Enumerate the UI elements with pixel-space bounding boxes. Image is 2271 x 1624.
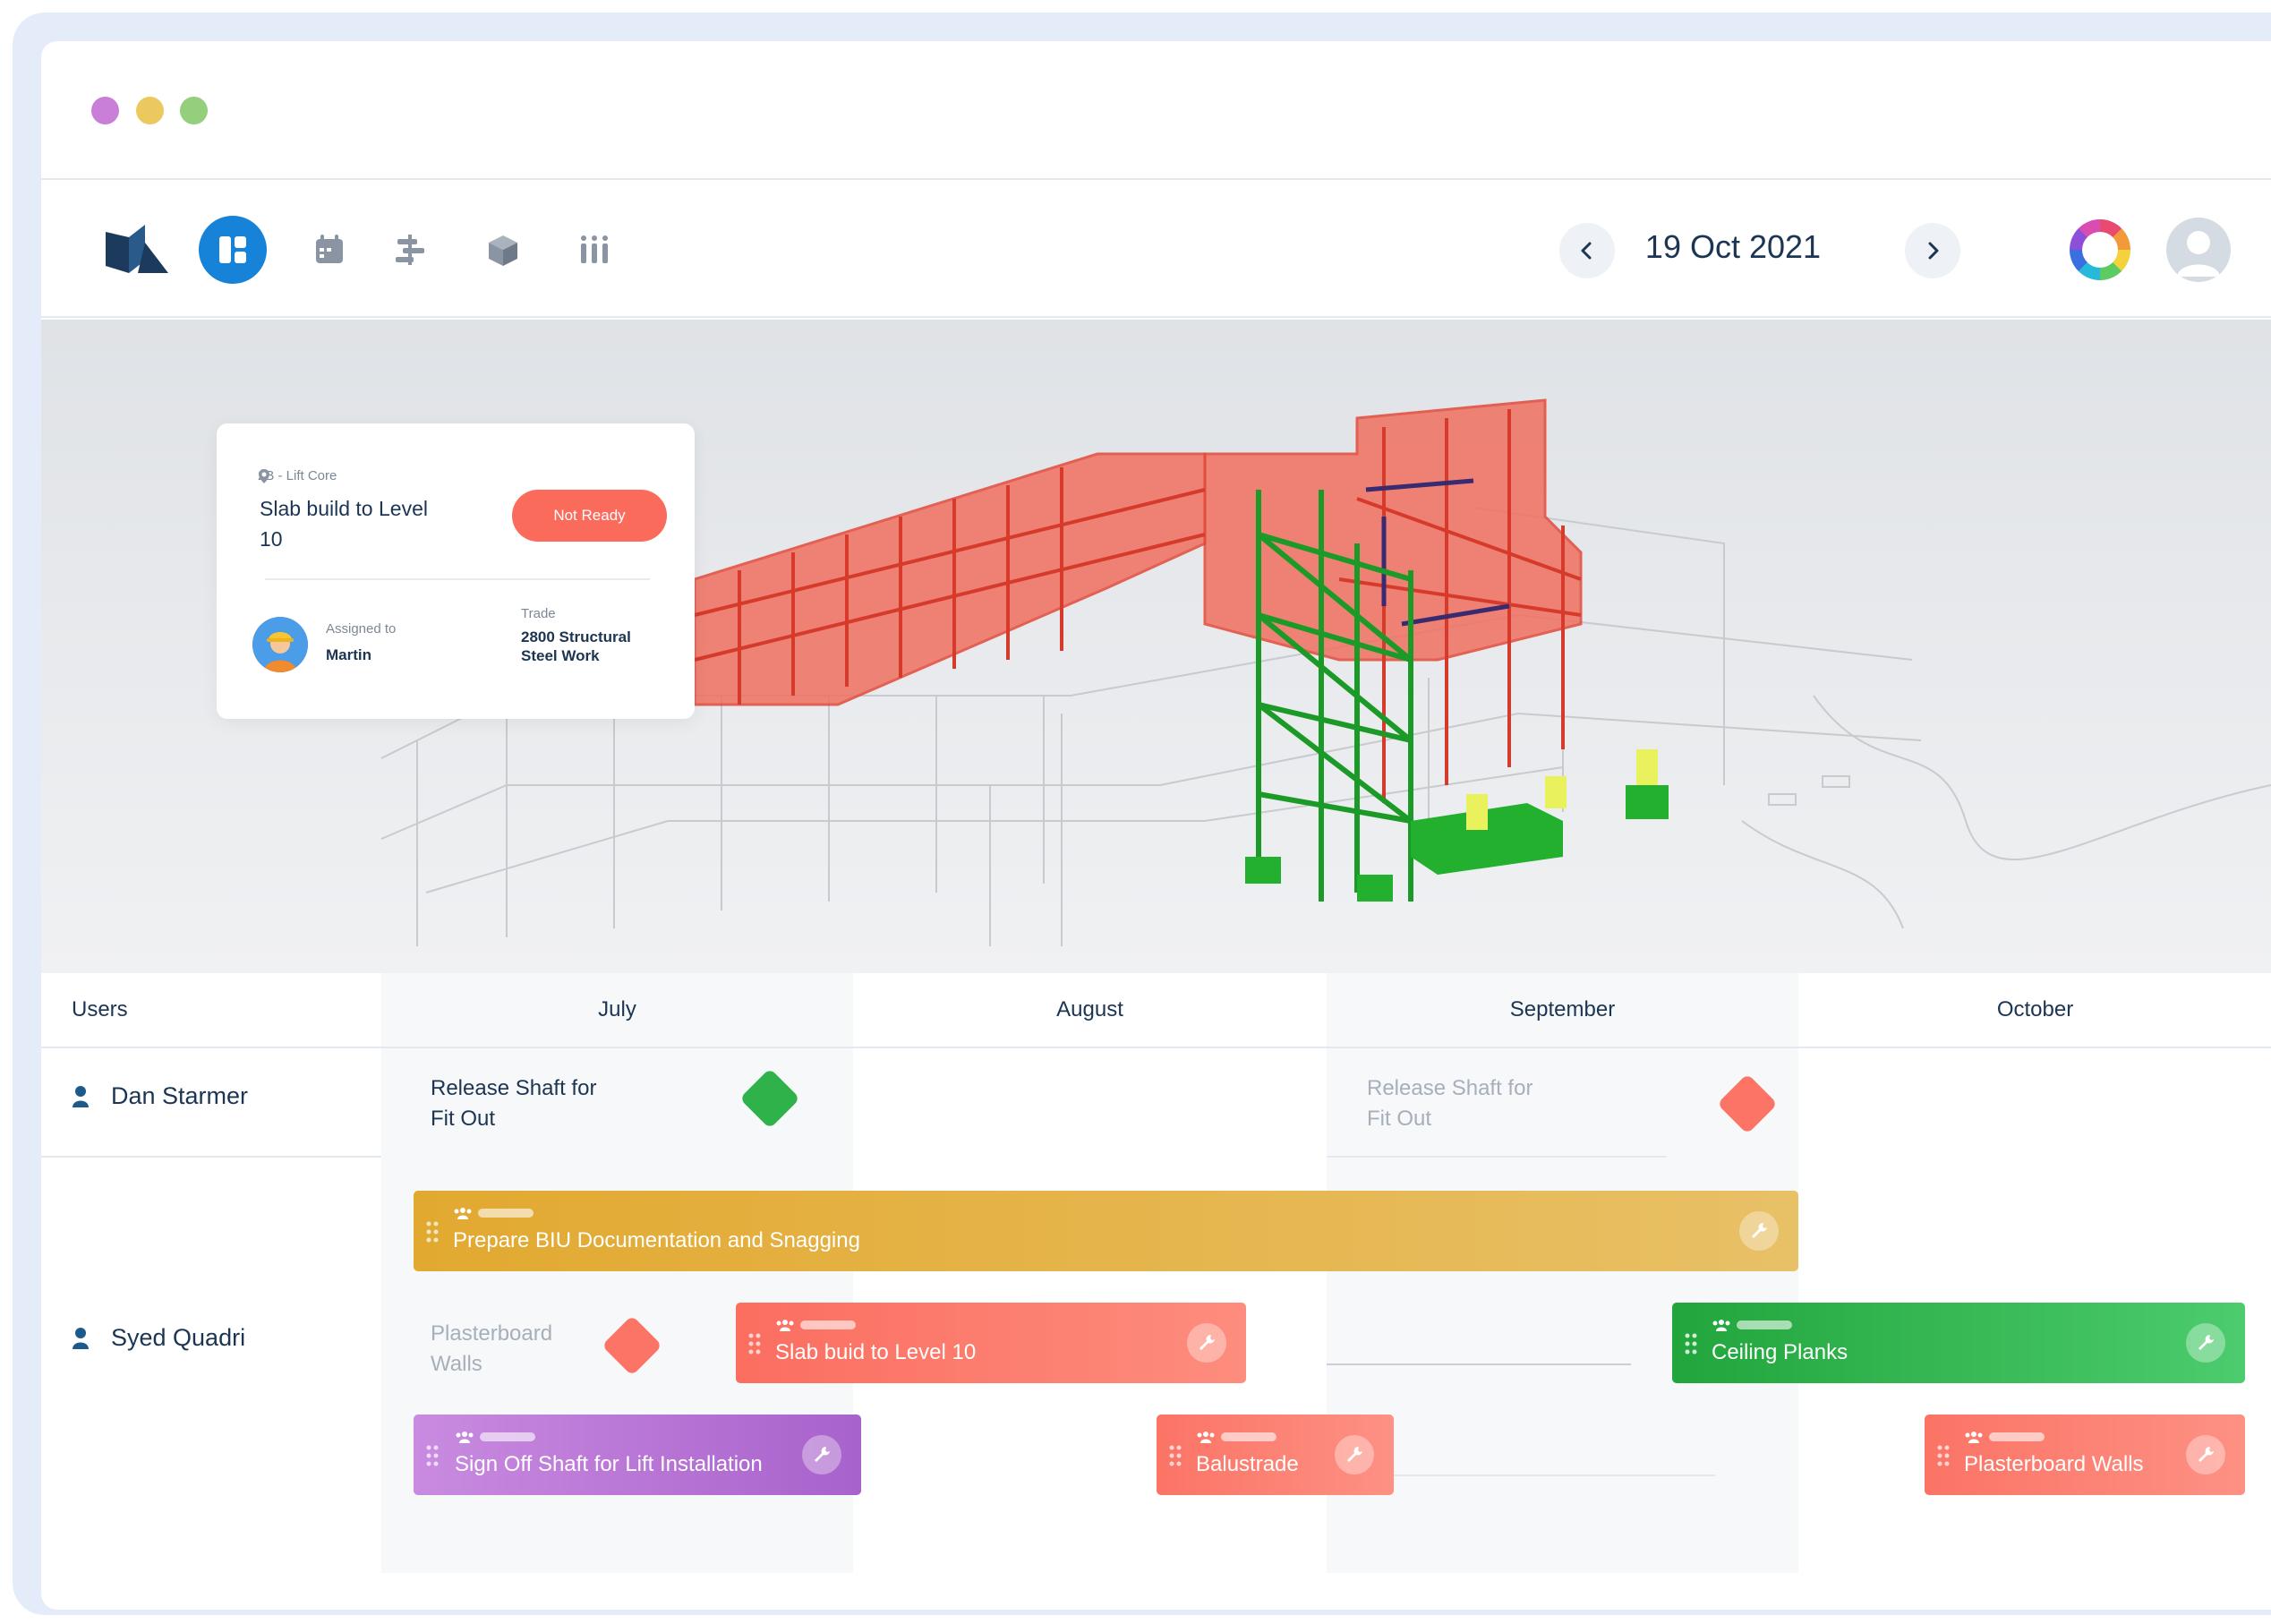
dependency-line [1393, 1474, 1715, 1476]
task-bar-label: Plasterboard Walls [1964, 1452, 2144, 1476]
team-name-placeholder [478, 1209, 534, 1218]
previous-date-button[interactable] [1559, 223, 1615, 278]
team-name-placeholder [800, 1321, 856, 1329]
team-name-placeholder [1221, 1432, 1276, 1441]
header-divider [41, 1047, 2271, 1048]
status-dropdown[interactable]: Not Ready [512, 490, 667, 542]
task-location: 2B - Lift Core [258, 468, 337, 483]
board-view-button[interactable] [199, 216, 267, 284]
user-name: Syed Quadri [111, 1324, 246, 1351]
task-bar[interactable]: Ceiling Planks [1672, 1303, 2245, 1383]
next-date-button[interactable] [1905, 223, 1960, 278]
user-icon [73, 1085, 89, 1107]
month-header-july: July [598, 997, 636, 1021]
color-wheel-icon[interactable] [2070, 219, 2130, 280]
team-icon [776, 1320, 794, 1331]
task-bar[interactable]: Sign Off Shaft for Lift Installation [414, 1415, 861, 1495]
timeline: Users July August September October Dan … [41, 973, 2271, 1610]
task-bar[interactable]: Prepare BIU Documentation and Snagging [414, 1191, 1798, 1271]
milestone-label[interactable]: Release Shaft for Fit Out [431, 1073, 610, 1134]
logo-icon [106, 225, 168, 273]
chevron-left-icon [1581, 242, 1592, 260]
task-detail-card[interactable]: 2B - Lift Core Slab build to Level 10 No… [217, 423, 695, 719]
dependency-line [1327, 1363, 1631, 1365]
wrench-icon[interactable] [802, 1435, 841, 1474]
users-header: Users [72, 997, 128, 1021]
user-avatar[interactable] [2166, 218, 2231, 282]
wrench-icon[interactable] [1739, 1211, 1779, 1251]
maximize-window-button[interactable] [180, 97, 208, 124]
drag-handle-icon[interactable] [1169, 1445, 1182, 1466]
assignee-avatar [252, 617, 308, 672]
september-column [1327, 973, 1798, 1573]
milestone-label[interactable]: Plasterboard Walls [431, 1319, 592, 1380]
team-icon [1712, 1320, 1730, 1331]
toolbar: 19 Oct 2021 [41, 182, 2271, 318]
user-name: Dan Starmer [111, 1082, 249, 1109]
assignee-name: Martin [326, 646, 371, 663]
gantt-icon[interactable] [390, 230, 430, 269]
minimize-window-button[interactable] [136, 97, 164, 124]
task-bar[interactable]: Balustrade [1157, 1415, 1394, 1495]
team-name-placeholder [1737, 1321, 1792, 1329]
cube-icon[interactable] [483, 230, 523, 269]
chevron-down-icon [513, 491, 524, 498]
drag-handle-icon[interactable] [426, 1221, 439, 1243]
month-header-september: September [1509, 997, 1616, 1021]
task-title: Slab build to Level 10 [260, 497, 428, 551]
drag-handle-icon[interactable] [748, 1333, 761, 1355]
task-bar[interactable]: Plasterboard Walls [1925, 1415, 2245, 1495]
chevron-right-icon [1928, 242, 1939, 260]
wrench-icon[interactable] [2186, 1323, 2225, 1363]
team-indicator [775, 1319, 856, 1331]
team-indicator [1964, 1431, 2045, 1443]
location-pin-icon [259, 469, 269, 483]
wrench-icon[interactable] [1335, 1435, 1374, 1474]
month-header-october: October [1996, 997, 2074, 1021]
assigned-to-label: Assigned to [326, 621, 397, 637]
drag-handle-icon[interactable] [426, 1445, 439, 1466]
user-row-syed-quadri[interactable]: Syed Quadri [72, 1324, 245, 1352]
board-icon [219, 236, 246, 263]
task-bar[interactable]: Slab buid to Level 10 [736, 1303, 1246, 1383]
team-indicator [1196, 1431, 1276, 1443]
task-bar-label: Balustrade [1196, 1452, 1299, 1476]
row-divider [1327, 1156, 1667, 1158]
model-viewport[interactable]: 2B - Lift Core Slab build to Level 10 No… [41, 320, 2271, 973]
drag-handle-icon[interactable] [1937, 1445, 1950, 1466]
task-bar-label: Slab buid to Level 10 [775, 1340, 977, 1364]
drag-handle-icon[interactable] [1685, 1333, 1697, 1355]
task-bar-label: Sign Off Shaft for Lift Installation [455, 1452, 763, 1476]
trade-label: Trade [521, 606, 556, 621]
team-indicator [1712, 1319, 1792, 1331]
calendar-icon[interactable] [310, 230, 349, 269]
user-icon [73, 1327, 89, 1349]
trade-value: 2800 Structural Steel Work [521, 628, 631, 664]
team-name-placeholder [1989, 1432, 2045, 1441]
card-divider [265, 578, 650, 580]
user-row-dan-starmer[interactable]: Dan Starmer [72, 1082, 248, 1110]
user-separator [41, 1156, 381, 1158]
team-icon [456, 1432, 474, 1443]
team-indicator [455, 1431, 535, 1443]
team-icon [1965, 1432, 1983, 1443]
worker-avatar-icon [252, 617, 308, 672]
month-header-august: August [1056, 997, 1123, 1021]
task-bar-label: Ceiling Planks [1712, 1340, 1848, 1364]
task-bar-label: Prepare BIU Documentation and Snagging [453, 1228, 860, 1252]
title-bar [41, 41, 2271, 180]
app-window: 19 Oct 2021 2B - Lift Core Slab build to… [41, 41, 2271, 1610]
team-name-placeholder [480, 1432, 535, 1441]
current-date: 19 Oct 2021 [1644, 228, 1822, 265]
team-icon [454, 1208, 472, 1219]
wrench-icon[interactable] [1187, 1323, 1226, 1363]
close-window-button[interactable] [91, 97, 119, 124]
columns-icon[interactable] [575, 230, 614, 269]
user-placeholder-icon [2177, 231, 2220, 277]
team-icon [1197, 1432, 1215, 1443]
team-indicator [453, 1207, 534, 1219]
wrench-icon[interactable] [2186, 1435, 2225, 1474]
status-label: Not Ready [553, 507, 626, 524]
milestone-label[interactable]: Release Shaft for Fit Out [1367, 1073, 1546, 1134]
